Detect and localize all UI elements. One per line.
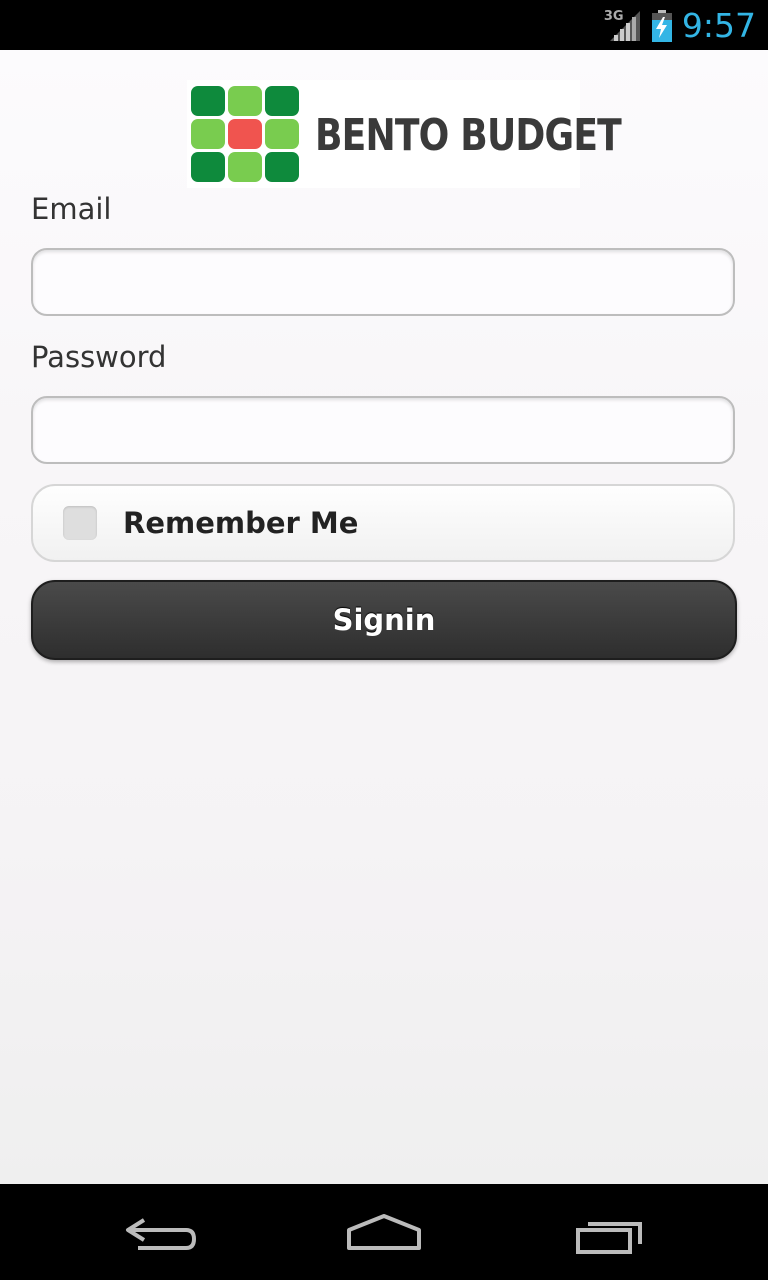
status-icons: 3G 9:57 [604, 6, 756, 46]
email-field[interactable] [31, 248, 735, 316]
signal-icon: 3G [604, 9, 642, 43]
logo-text: BENTO BUDGET [315, 110, 622, 161]
password-label: Password [31, 340, 167, 374]
navigation-bar [0, 1184, 768, 1280]
status-bar: 3G 9:57 [0, 0, 768, 50]
clock: 9:57 [681, 6, 756, 45]
password-field[interactable] [31, 396, 735, 464]
remember-me-label: Remember Me [123, 506, 359, 540]
email-label: Email [31, 192, 112, 226]
home-icon [347, 1214, 421, 1250]
bento-budget-logo: BENTO BUDGET [187, 80, 622, 188]
signin-button[interactable]: Signin [31, 580, 737, 660]
home-button[interactable] [339, 1208, 429, 1258]
recent-apps-button[interactable] [566, 1208, 656, 1258]
login-screen: BENTO BUDGET Email Password Remember Me … [0, 50, 768, 1184]
remember-me-toggle[interactable]: Remember Me [31, 484, 735, 562]
logo-grid-icon [191, 86, 299, 182]
remember-me-checkbox[interactable] [63, 506, 97, 540]
back-icon [126, 1218, 197, 1250]
recent-apps-icon [576, 1222, 642, 1254]
battery-charging-icon [651, 10, 672, 42]
back-button[interactable] [116, 1208, 206, 1258]
